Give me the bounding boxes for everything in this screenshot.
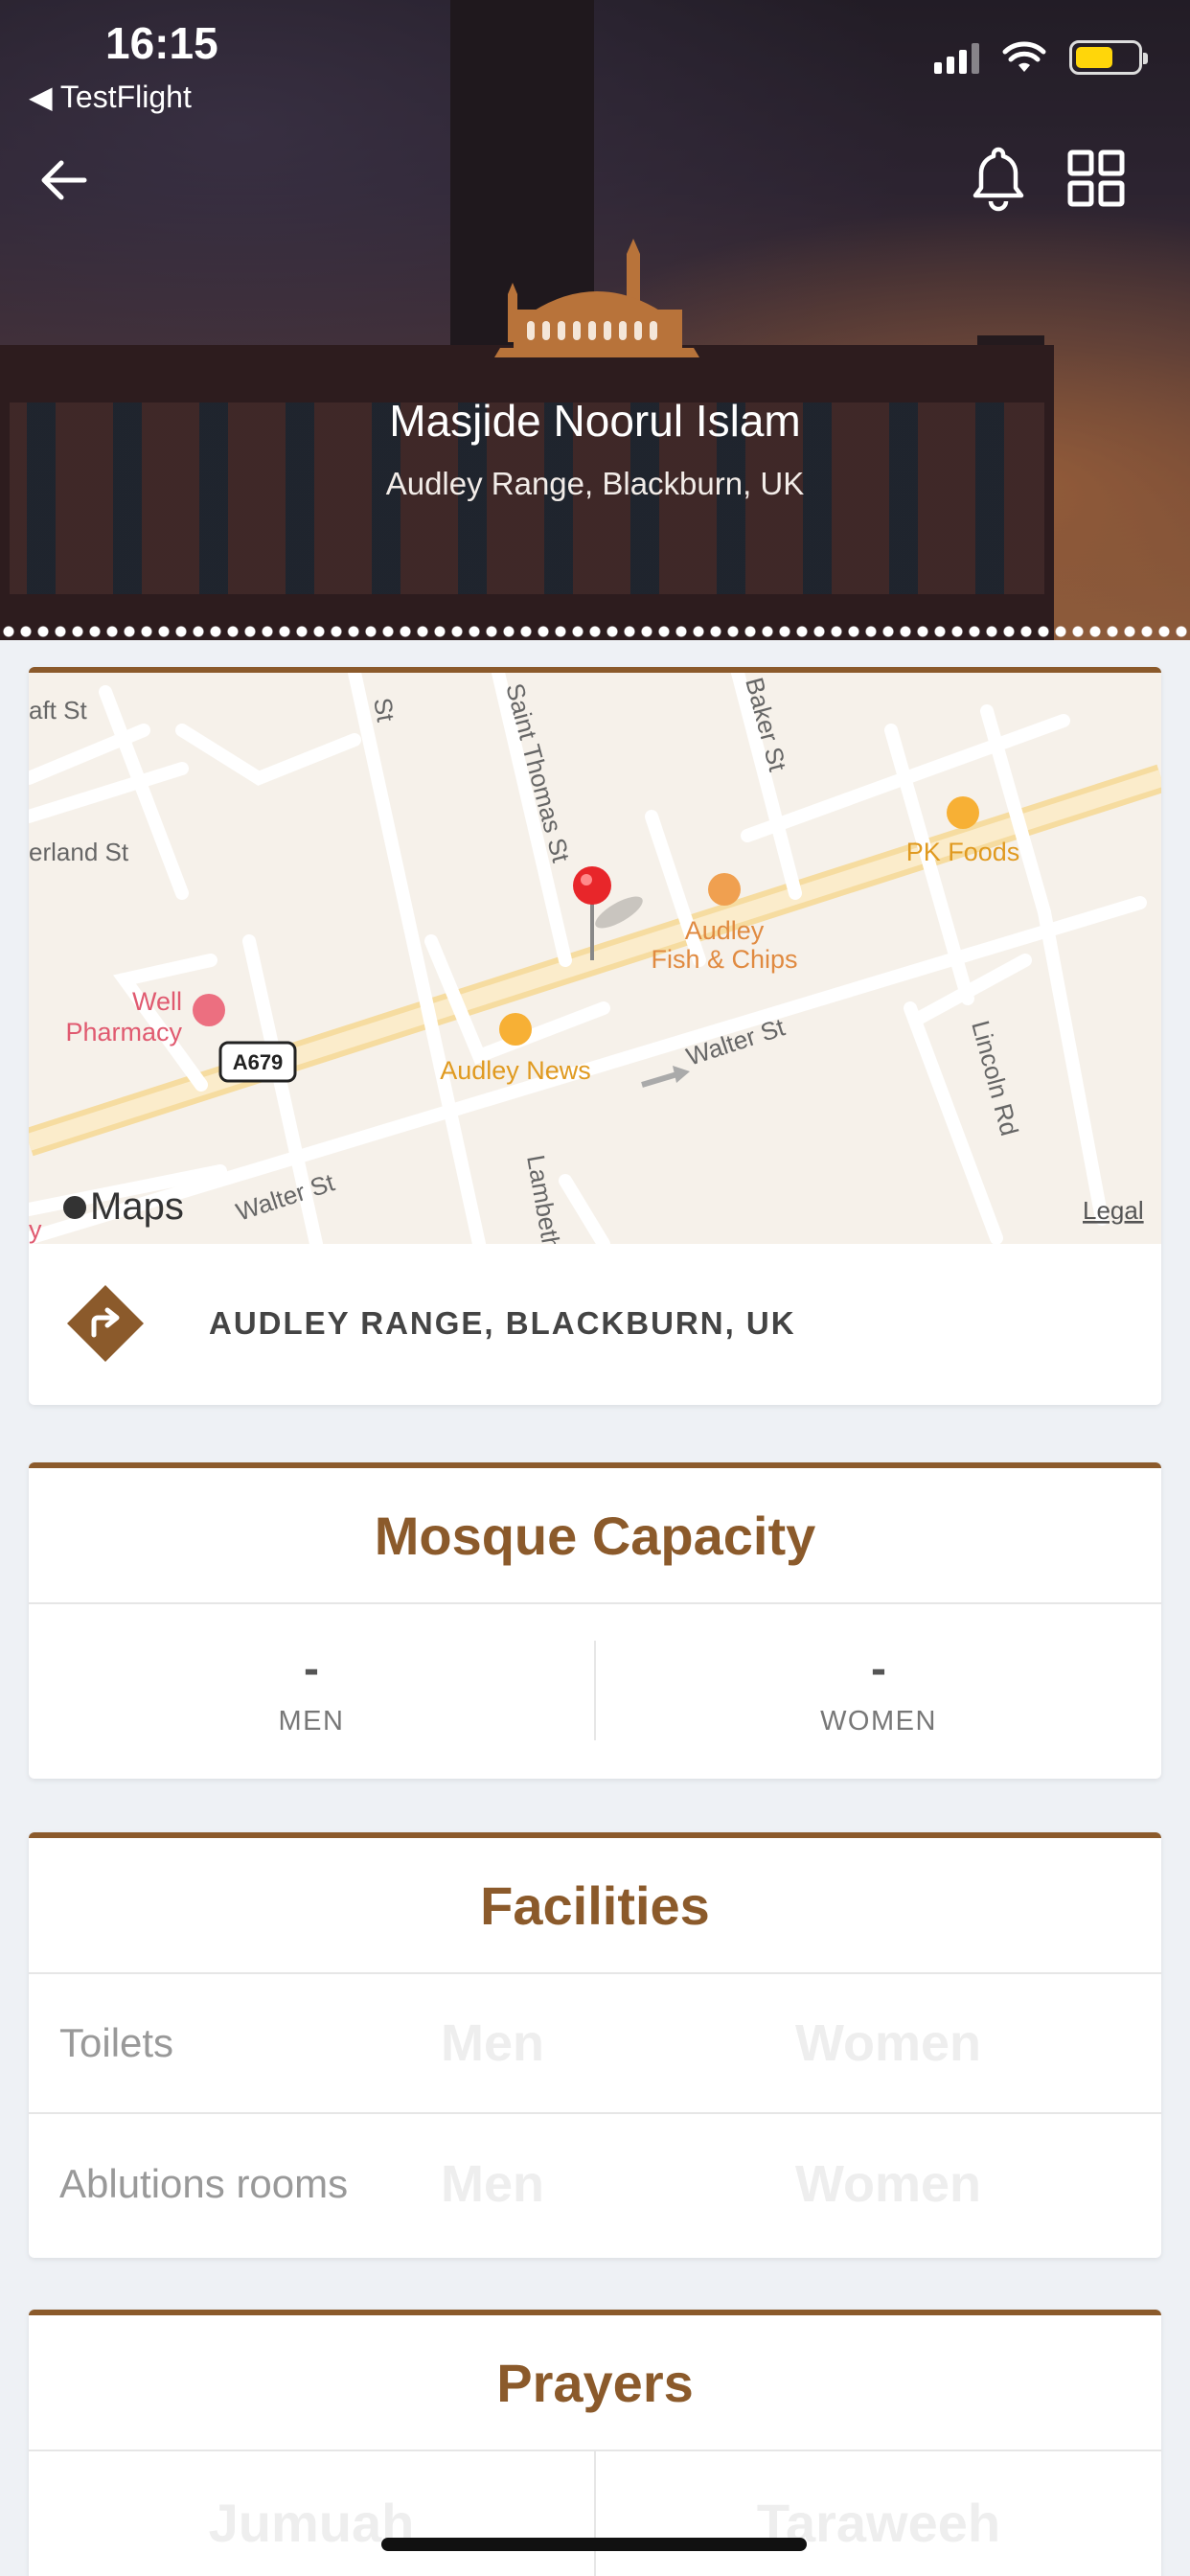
maps-attribution: Maps	[90, 1185, 184, 1228]
street-label: erland St	[29, 838, 129, 866]
directions-icon[interactable]	[65, 1283, 146, 1364]
status-bar: 16:15 ◀ TestFlight	[0, 0, 1190, 134]
prayers-card: Prayers Jumuah Taraweeh	[29, 2310, 1161, 2576]
capacity-title: Mosque Capacity	[29, 1468, 1161, 1604]
street-label: aft St	[29, 696, 87, 724]
wifi-icon	[1002, 41, 1046, 72]
women-capacity-label: WOMEN	[820, 1706, 937, 1736]
men-capacity-label: MEN	[278, 1706, 345, 1736]
street-label: Lincoln Rd	[966, 1018, 1024, 1138]
status-time: 16:15	[105, 18, 218, 68]
men-capacity-value: -	[304, 1644, 319, 1694]
poi-label: Fish & Chips	[651, 945, 797, 974]
facilities-card: Facilities Toilets Men Women Ablutions r…	[29, 1832, 1161, 2258]
mosque-location: Audley Range, Blackburn, UK	[385, 466, 805, 501]
poi-label: Pharmacy	[65, 1018, 182, 1046]
facility-name: Ablutions rooms	[59, 2161, 349, 2206]
back-arrow-icon[interactable]	[36, 153, 90, 207]
banner-lace-border	[0, 623, 1190, 640]
prayers-title: Prayers	[29, 2315, 1161, 2451]
street-label: Lambeth	[521, 1153, 566, 1244]
poi-label: PK Foods	[906, 838, 1020, 866]
facility-women: Women	[795, 2014, 982, 2072]
facility-row-ablutions: Ablutions rooms Men Women	[29, 2114, 1161, 2254]
facility-name: Toilets	[59, 2020, 174, 2065]
prayer-taraweeh: Taraweeh	[594, 2451, 1161, 2576]
cellular-signal-icon	[934, 41, 979, 74]
men-capacity: - MEN	[29, 1604, 594, 1777]
poi-label: y	[29, 1215, 42, 1244]
facilities-title: Facilities	[29, 1838, 1161, 1974]
address-row[interactable]: AUDLEY RANGE, BLACKBURN, UK	[29, 1244, 1161, 1403]
poi-label: Audley News	[440, 1056, 591, 1085]
location-card: A679 aft St erland St St Saint Thomas St…	[29, 667, 1161, 1405]
facility-row-toilets: Toilets Men Women	[29, 1974, 1161, 2114]
road-shield-label: A679	[233, 1050, 284, 1074]
map-legal-link: Legal	[1083, 1196, 1144, 1225]
grid-menu-icon[interactable]	[1067, 150, 1125, 207]
facility-men: Men	[441, 2155, 544, 2213]
women-capacity: - WOMEN	[594, 1641, 1161, 1740]
poi-label: Well	[132, 987, 182, 1016]
facility-women: Women	[795, 2155, 982, 2213]
street-label: St	[368, 696, 400, 724]
address-text: AUDLEY RANGE, BLACKBURN, UK	[209, 1305, 796, 1341]
mosque-name: Masjide Noorul Islam	[389, 396, 801, 446]
mosque-logo-icon	[494, 239, 699, 357]
map-view[interactable]: A679 aft St erland St St Saint Thomas St…	[29, 673, 1161, 1244]
back-to-testflight[interactable]: ◀ TestFlight	[29, 79, 192, 115]
battery-icon	[1069, 40, 1148, 75]
women-capacity-value: -	[871, 1644, 886, 1694]
capacity-card: Mosque Capacity - MEN - WOMEN	[29, 1462, 1161, 1779]
poi-label: Audley	[685, 916, 765, 945]
bell-icon[interactable]	[968, 144, 1029, 213]
prayer-jumuah: Jumuah	[208, 2493, 415, 2553]
home-indicator[interactable]	[381, 2538, 807, 2551]
facility-men: Men	[441, 2014, 544, 2072]
